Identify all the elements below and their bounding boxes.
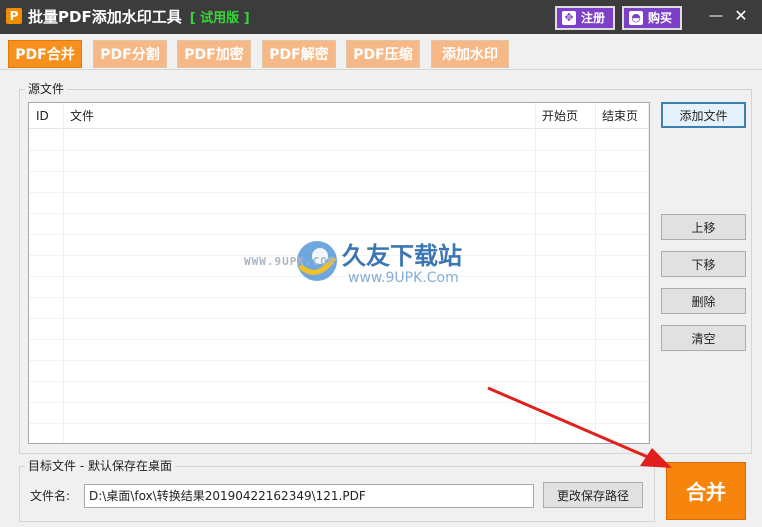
tab-pdf-decrypt[interactable]: PDF解密 — [262, 40, 336, 68]
row-divider — [29, 213, 649, 214]
watermark-subtitle: www.9UPK.Com — [348, 270, 459, 286]
clear-button[interactable]: 清空 — [661, 325, 746, 351]
column-file[interactable]: 文件 — [63, 103, 535, 129]
move-up-button[interactable]: 上移 — [661, 214, 746, 240]
tab-divider — [0, 69, 762, 70]
tab-pdf-split[interactable]: PDF分割 — [93, 40, 167, 68]
tab-pdf-encrypt[interactable]: PDF加密 — [177, 40, 251, 68]
row-divider — [29, 402, 649, 403]
filename-input[interactable]: D:\桌面\fox\转换结果20190422162349\121.PDF — [84, 484, 534, 508]
column-divider — [535, 103, 536, 443]
row-divider — [29, 192, 649, 193]
row-divider — [29, 150, 649, 151]
tab-add-watermark[interactable]: 添加水印 — [431, 40, 509, 68]
target-group-title: 目标文件 - 默认保存在桌面 — [25, 459, 175, 473]
tab-bar: PDF合并 PDF分割 PDF加密 PDF解密 PDF压缩 添加水印 — [0, 34, 762, 70]
delete-button[interactable]: 删除 — [661, 288, 746, 314]
app-icon: P — [6, 8, 22, 24]
column-end-page[interactable]: 结束页 — [595, 103, 649, 129]
filename-label: 文件名: — [30, 489, 71, 503]
cart-icon: ◓ — [629, 11, 643, 25]
row-divider — [29, 423, 649, 424]
close-button[interactable]: ✕ — [733, 8, 749, 24]
register-icon: ✥ — [562, 11, 576, 25]
column-divider — [63, 103, 64, 443]
trial-badge: [ 试用版 ] — [189, 11, 250, 26]
register-label: 注册 — [581, 11, 606, 25]
minimize-button[interactable]: — — [708, 8, 724, 24]
site-watermark: WWW.9UPK.COM 久友下载站 www.9UPK.Com — [244, 236, 488, 306]
buy-label: 购买 — [648, 11, 673, 25]
merge-button[interactable]: 合并 — [666, 462, 746, 520]
row-divider — [29, 360, 649, 361]
watermark-url: WWW.9UPK.COM — [244, 255, 336, 268]
column-id[interactable]: ID — [29, 103, 63, 129]
row-divider — [29, 381, 649, 382]
buy-button[interactable]: ◓ 购买 — [622, 6, 682, 30]
change-save-path-button[interactable]: 更改保存路径 — [543, 482, 643, 508]
app-title-text: 批量PDF添加水印工具 — [28, 8, 182, 26]
tab-pdf-merge[interactable]: PDF合并 — [8, 40, 82, 68]
list-header: ID 文件 开始页 结束页 — [29, 103, 649, 129]
column-divider — [648, 103, 649, 443]
register-button[interactable]: ✥ 注册 — [555, 6, 615, 30]
column-divider — [595, 103, 596, 443]
move-down-button[interactable]: 下移 — [661, 251, 746, 277]
source-group-title: 源文件 — [25, 82, 68, 96]
row-divider — [29, 339, 649, 340]
row-divider — [29, 171, 649, 172]
row-divider — [29, 318, 649, 319]
title-bar: P 批量PDF添加水印工具 [ 试用版 ] ✥ 注册 ◓ 购买 — ✕ — [0, 0, 762, 34]
row-divider — [29, 234, 649, 235]
watermark-name: 久友下载站 — [342, 242, 462, 270]
column-start-page[interactable]: 开始页 — [535, 103, 595, 129]
tab-pdf-compress[interactable]: PDF压缩 — [346, 40, 420, 68]
add-file-button[interactable]: 添加文件 — [661, 102, 746, 128]
app-title: 批量PDF添加水印工具 [ 试用版 ] — [28, 7, 250, 29]
